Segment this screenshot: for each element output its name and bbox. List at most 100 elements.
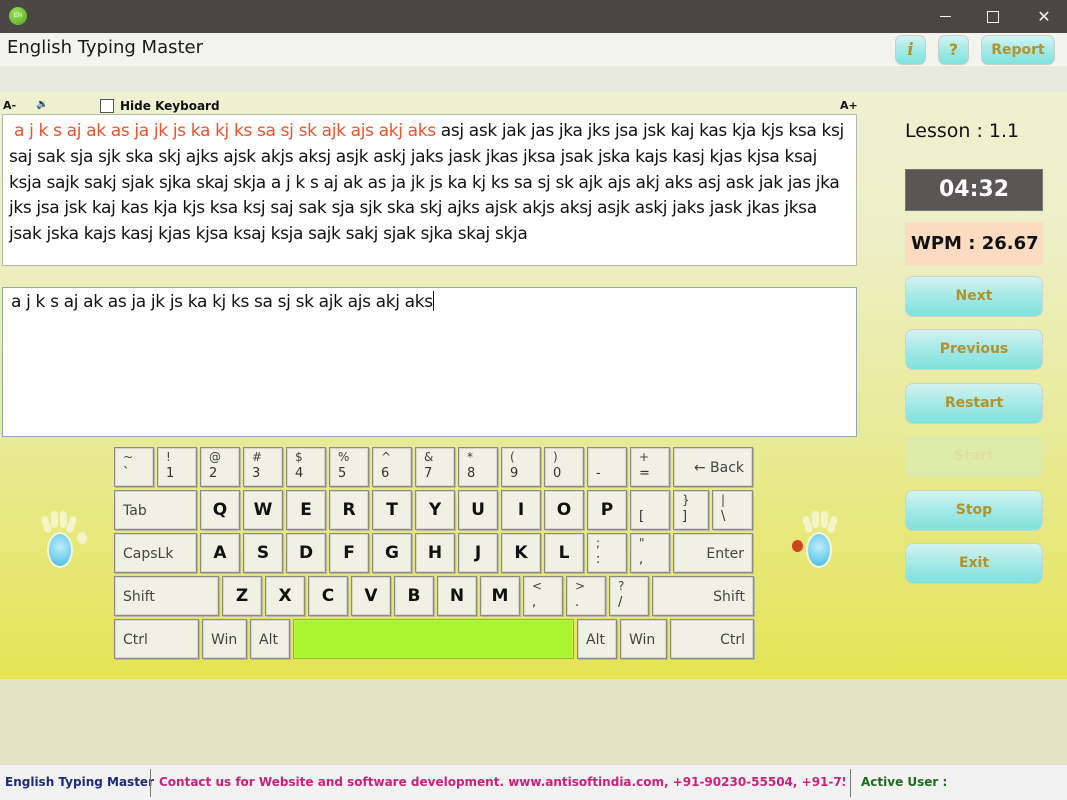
left-hand-icon (33, 510, 87, 570)
key-v[interactable]: V (351, 576, 391, 616)
key-y[interactable]: Y (415, 490, 455, 530)
key-symbol[interactable]: ;: (587, 533, 627, 573)
key-shift-char: " (639, 536, 645, 550)
help-button[interactable]: ? (938, 35, 969, 65)
key-a[interactable]: A (200, 533, 240, 573)
key-symbol[interactable]: + = (630, 447, 670, 487)
key-r[interactable]: R (329, 490, 369, 530)
status-divider (150, 769, 151, 797)
key-symbol[interactable]: * 8 (458, 447, 498, 487)
start-button[interactable]: Start (905, 436, 1043, 477)
next-button[interactable]: Next (905, 276, 1043, 317)
key-symbol[interactable]: $4 (286, 447, 326, 487)
info-button[interactable]: i (895, 35, 926, 65)
key-symbol[interactable]: (9 (501, 447, 541, 487)
key-shift-char: * (467, 450, 473, 464)
key-label: U (471, 500, 485, 520)
key-symbol[interactable]: @2 (200, 447, 240, 487)
key-symbol[interactable]: ? / (609, 576, 649, 616)
key-z[interactable]: Z (222, 576, 262, 616)
key-d[interactable]: D (286, 533, 326, 573)
stop-button[interactable]: Stop (905, 490, 1043, 531)
key-shift[interactable]: Shift (652, 576, 754, 616)
key-alt[interactable]: Alt (250, 619, 290, 659)
key-w[interactable]: W (243, 490, 283, 530)
key-symbol[interactable]: ) 0 (544, 447, 584, 487)
key-j[interactable]: J (458, 533, 498, 573)
key-symbol[interactable]: & 7 (415, 447, 455, 487)
key-shift-char: @ (209, 450, 221, 464)
key-tab[interactable]: Tab (114, 490, 197, 530)
typing-input[interactable]: a j k s aj ak as ja jk js ka kj ks sa sj… (2, 287, 857, 437)
active-finger-marker (792, 540, 803, 552)
close-button[interactable]: ✕ (1021, 0, 1067, 33)
report-button[interactable]: Report (981, 35, 1055, 65)
header-divider-strip (0, 66, 1067, 92)
key-base-char: : (596, 552, 601, 567)
app-title: English Typing Master (7, 37, 204, 58)
key-base-char: 8 (467, 466, 476, 481)
key-n[interactable]: N (437, 576, 477, 616)
key-x[interactable]: X (265, 576, 305, 616)
key-u[interactable]: U (458, 490, 498, 530)
hide-keyboard-toggle[interactable]: Hide Keyboard (100, 99, 220, 113)
key-k[interactable]: K (501, 533, 541, 573)
minimize-button[interactable] (923, 0, 969, 33)
key-symbol[interactable]: - (587, 447, 627, 487)
key-symbol[interactable]: ^ 6 (372, 447, 412, 487)
key-base-char: - (596, 466, 601, 481)
key-m[interactable]: M (480, 576, 520, 616)
key-shift-char: } (682, 493, 690, 507)
key-capslk[interactable]: CapsLk (114, 533, 197, 573)
speaker-icon[interactable]: 🔉 (36, 99, 48, 110)
key-enter[interactable]: Enter (673, 533, 753, 573)
key-symbol[interactable]: ~ ` (114, 447, 154, 487)
key-o[interactable]: O (544, 490, 584, 530)
key-back[interactable]: ← Back (673, 447, 753, 487)
hide-keyboard-checkbox[interactable] (100, 99, 114, 113)
key-alt[interactable]: Alt (577, 619, 617, 659)
key-win[interactable]: Win (620, 619, 667, 659)
key-shift[interactable]: Shift (114, 576, 219, 616)
key-space[interactable] (293, 619, 574, 659)
key-l[interactable]: L (544, 533, 584, 573)
key-shift-char: + (639, 450, 650, 464)
key-label: R (342, 500, 356, 520)
key-ctrl[interactable]: Ctrl (114, 619, 199, 659)
key-b[interactable]: B (394, 576, 434, 616)
bottom-panel (0, 679, 1067, 764)
key-s[interactable]: S (243, 533, 283, 573)
key-label: W (253, 500, 273, 520)
key-e[interactable]: E (286, 490, 326, 530)
key-symbol[interactable]: ! 1 (157, 447, 197, 487)
previous-button[interactable]: Previous (905, 329, 1043, 370)
key-g[interactable]: G (372, 533, 412, 573)
key-q[interactable]: Q (200, 490, 240, 530)
font-increase-button[interactable]: A+ (840, 99, 858, 112)
key-win[interactable]: Win (202, 619, 247, 659)
key-label: N (449, 586, 465, 606)
key-h[interactable]: H (415, 533, 455, 573)
key-symbol[interactable]: % 5 (329, 447, 369, 487)
key-symbol[interactable]: }] (673, 490, 709, 530)
key-symbol[interactable]: ", (630, 533, 670, 573)
key-label: ← Back (693, 460, 744, 476)
maximize-button[interactable] (969, 0, 1015, 33)
key-f[interactable]: F (329, 533, 369, 573)
key-c[interactable]: C (308, 576, 348, 616)
font-decrease-button[interactable]: A- (3, 99, 16, 112)
key-symbol[interactable]: #3 (243, 447, 283, 487)
key-symbol[interactable]: >. (566, 576, 606, 616)
key-symbol[interactable]: [ (630, 490, 670, 530)
key-p[interactable]: P (587, 490, 627, 530)
key-t[interactable]: T (372, 490, 412, 530)
hide-keyboard-label: Hide Keyboard (120, 99, 220, 113)
restart-button[interactable]: Restart (905, 383, 1043, 424)
exit-button[interactable]: Exit (905, 543, 1043, 584)
key-base-char: 9 (510, 466, 519, 481)
key-symbol[interactable]: | \ (712, 490, 753, 530)
key-label: D (298, 543, 314, 563)
key-symbol[interactable]: <, (523, 576, 563, 616)
key-i[interactable]: I (501, 490, 541, 530)
key-ctrl[interactable]: Ctrl (670, 619, 754, 659)
